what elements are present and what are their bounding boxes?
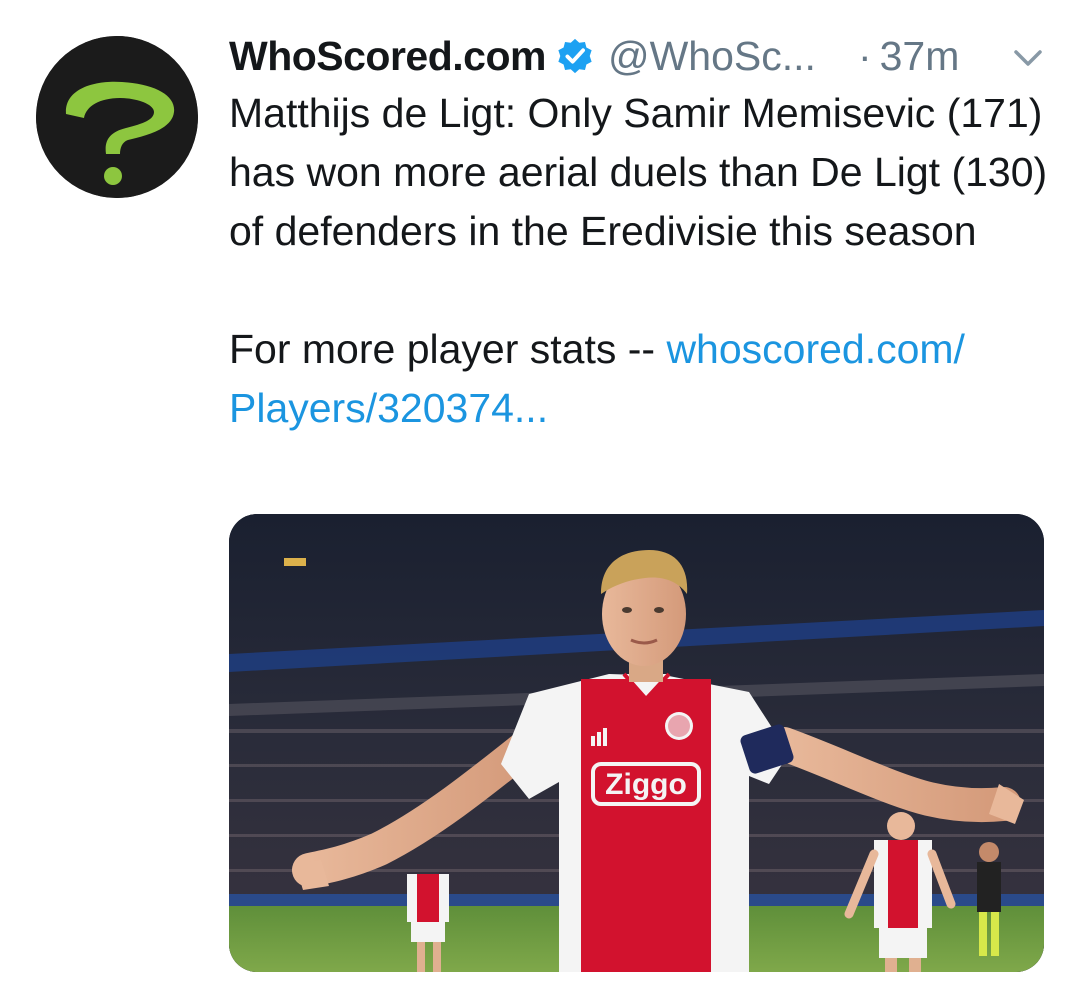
- separator-dot: ·: [857, 32, 872, 79]
- avatar[interactable]: [36, 36, 198, 198]
- timestamp[interactable]: 37m: [880, 33, 960, 80]
- tweet[interactable]: WhoScored.com @WhoSc... · 37m Matthijs d…: [0, 0, 1080, 994]
- verified-badge-icon: [556, 37, 594, 75]
- shirt-sponsor-text: Ziggo: [605, 768, 687, 801]
- player-celebration-photo: Ziggo: [229, 514, 1044, 972]
- tweet-text: Matthijs de Ligt: Only Samir Memisevic (…: [229, 84, 1059, 438]
- tweet-paragraph: Matthijs de Ligt: Only Samir Memisevic (…: [229, 90, 1048, 254]
- tweet-header: WhoScored.com @WhoSc... · 37m: [229, 28, 959, 84]
- question-mark-logo-icon: [36, 36, 198, 198]
- tweet-paragraph: For more player stats -- whoscored.com/ …: [229, 320, 1059, 438]
- chevron-down-icon[interactable]: [1008, 42, 1048, 74]
- display-name[interactable]: WhoScored.com: [229, 33, 546, 80]
- tweet-media-image[interactable]: Ziggo: [229, 514, 1044, 972]
- handle[interactable]: @WhoSc...: [608, 33, 816, 80]
- tweet-paragraph-text: For more player stats --: [229, 326, 667, 372]
